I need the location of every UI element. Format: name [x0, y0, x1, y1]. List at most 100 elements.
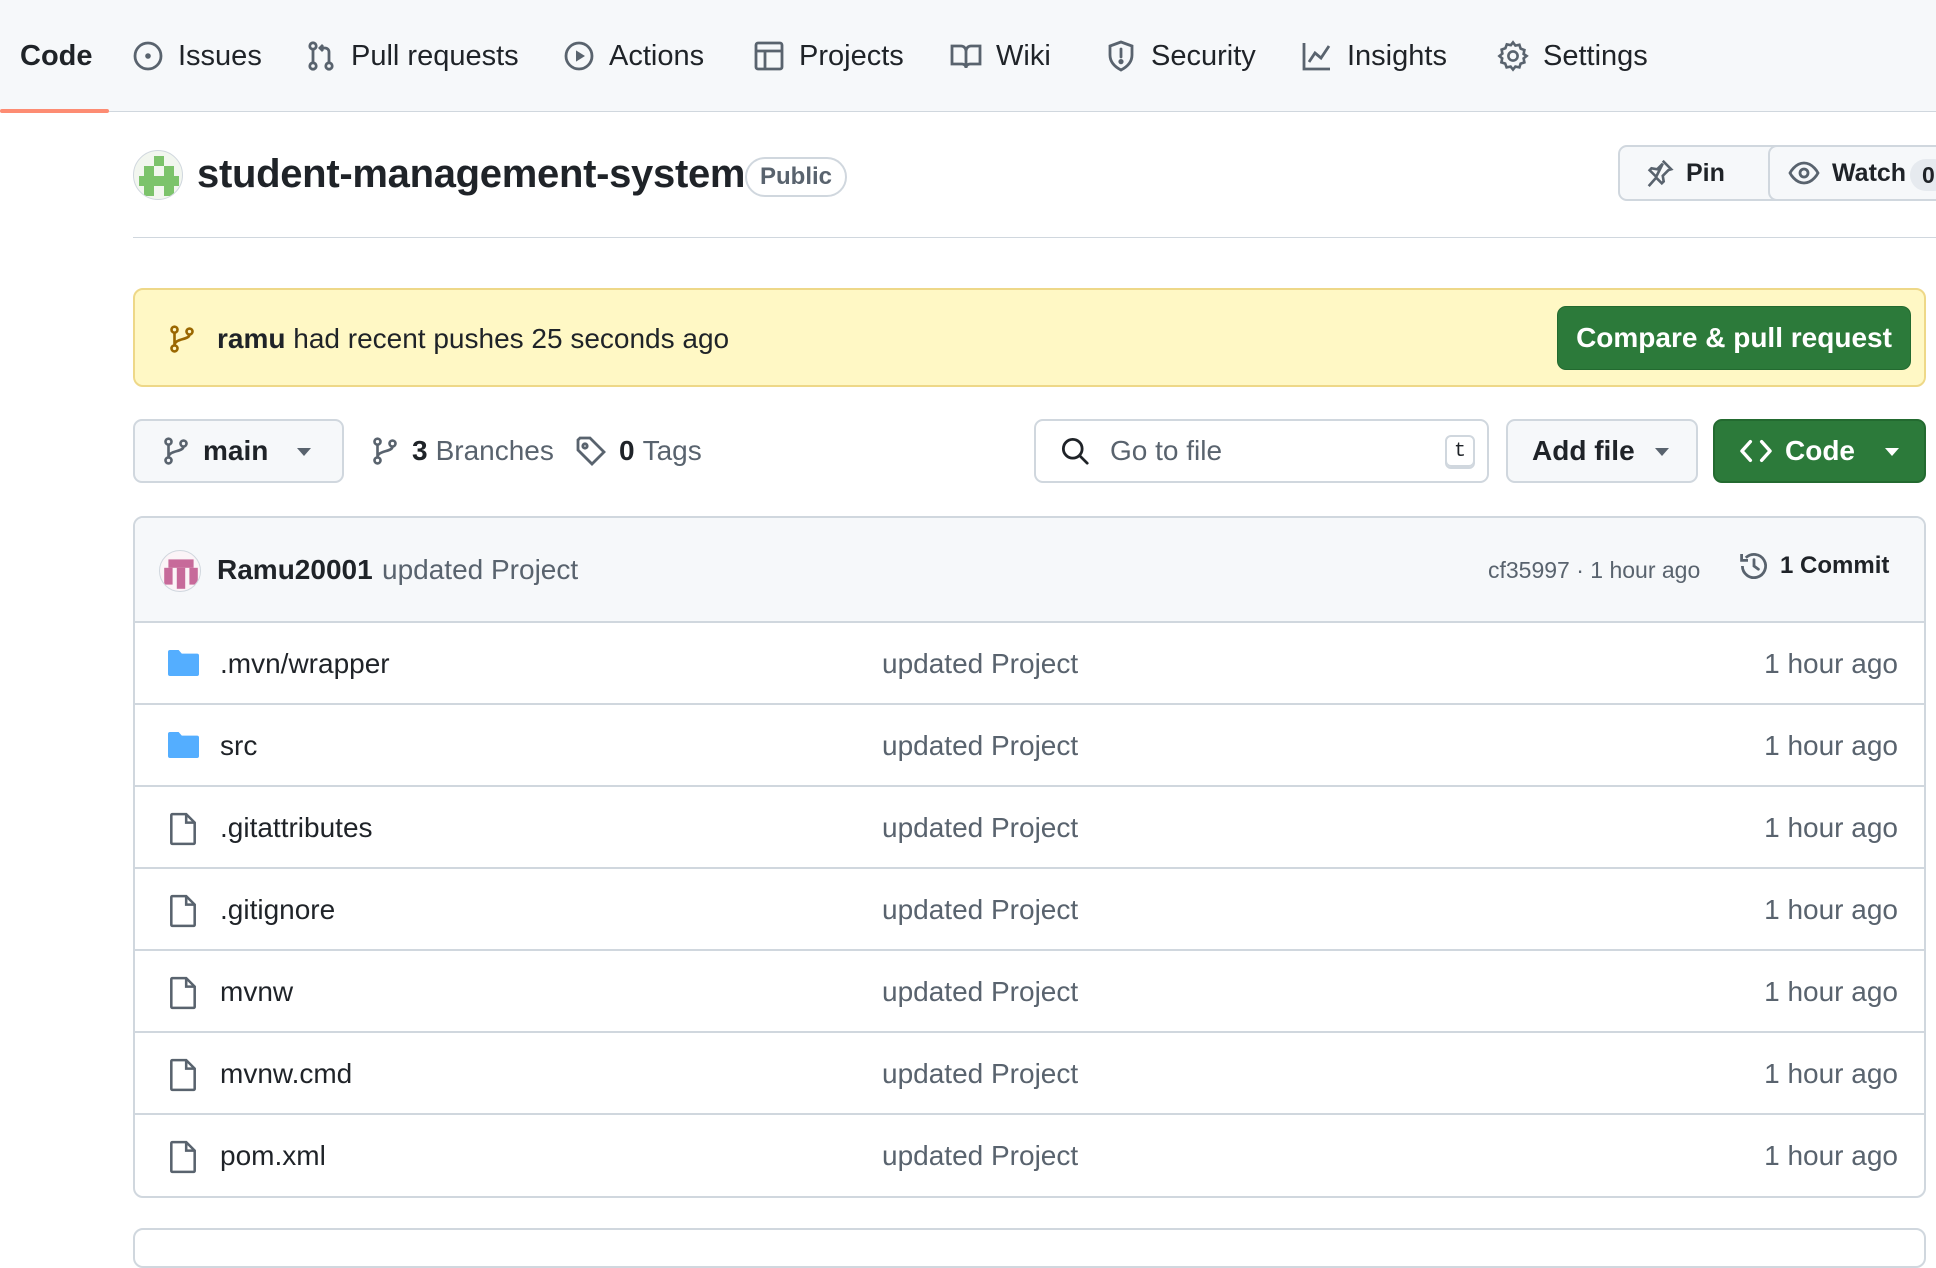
- play-icon: [563, 40, 595, 72]
- add-file-label: Add file: [1532, 435, 1635, 466]
- tab-issues-label: Issues: [178, 39, 262, 72]
- go-to-file-input[interactable]: [1110, 435, 1410, 467]
- pull-request-icon: [305, 40, 337, 72]
- table-row[interactable]: .gitignore updated Project 1 hour ago: [135, 869, 1924, 951]
- history-icon: [1738, 550, 1770, 582]
- file-commit-message[interactable]: updated Project: [882, 730, 1078, 762]
- pusher-name[interactable]: ramu: [217, 323, 285, 354]
- commit-count-label: 1 Commit: [1780, 552, 1890, 579]
- pin-button[interactable]: Pin: [1618, 145, 1786, 201]
- tab-settings[interactable]: Settings: [1497, 0, 1648, 112]
- tags-link[interactable]: 0 Tags: [575, 419, 702, 483]
- file-age: 1 hour ago: [1764, 1058, 1898, 1089]
- pin-icon: [1644, 158, 1674, 188]
- shield-icon: [1105, 40, 1137, 72]
- book-icon: [950, 40, 982, 72]
- branches-label: Branches: [435, 435, 554, 466]
- commit-author[interactable]: Ramu20001: [217, 554, 373, 586]
- code-button-label: Code: [1785, 435, 1855, 466]
- branch-icon: [161, 436, 191, 466]
- watch-count: 0: [1910, 159, 1936, 191]
- recent-pushes-banner: ramu had recent pushes 25 seconds ago Co…: [133, 288, 1926, 387]
- file-commit-message[interactable]: updated Project: [882, 1058, 1078, 1090]
- file-commit-message[interactable]: updated Project: [882, 1140, 1078, 1172]
- shortcut-hint: t: [1445, 435, 1475, 469]
- tab-actions-label: Actions: [609, 39, 705, 72]
- file-name[interactable]: .mvn/wrapper: [220, 648, 390, 680]
- push-time: had recent pushes 25 seconds ago: [293, 323, 730, 354]
- tags-label: Tags: [642, 435, 702, 466]
- table-row[interactable]: mvnw.cmd updated Project 1 hour ago: [135, 1033, 1924, 1115]
- file-name[interactable]: mvnw: [220, 976, 293, 1008]
- gear-icon: [1497, 40, 1529, 72]
- table-row[interactable]: .mvn/wrapper updated Project 1 hour ago: [135, 623, 1924, 705]
- chevron-down-icon: [1884, 447, 1900, 457]
- branches-link[interactable]: 3 Branches: [370, 419, 554, 483]
- repo-nav: Code Issues Pull requests Actions Projec…: [0, 0, 1936, 113]
- compare-pull-request-button[interactable]: Compare & pull request: [1557, 306, 1911, 370]
- issue-icon: [132, 40, 164, 72]
- commit-history-link[interactable]: 1 Commit: [1738, 550, 1889, 582]
- tab-code-label: Code: [20, 39, 93, 72]
- eye-icon: [1788, 157, 1820, 189]
- tags-count: 0: [619, 435, 635, 466]
- file-age: 1 hour ago: [1764, 894, 1898, 925]
- code-icon: [1739, 436, 1773, 466]
- tab-settings-label: Settings: [1543, 39, 1648, 72]
- folder-icon: [167, 648, 201, 678]
- branch-name: main: [203, 435, 269, 466]
- file-name[interactable]: .gitattributes: [220, 812, 373, 844]
- tab-issues[interactable]: Issues: [132, 0, 262, 112]
- table-row[interactable]: src updated Project 1 hour ago: [135, 705, 1924, 787]
- file-commit-message[interactable]: updated Project: [882, 812, 1078, 844]
- file-name[interactable]: .gitignore: [220, 894, 335, 926]
- file-commit-message[interactable]: updated Project: [882, 648, 1078, 680]
- pin-label: Pin: [1686, 158, 1725, 187]
- file-table: Ramu20001 updated Project cf35997 · 1 ho…: [133, 516, 1926, 1198]
- code-dropdown-button[interactable]: Code: [1713, 419, 1926, 483]
- tab-security-label: Security: [1151, 39, 1256, 72]
- branch-icon: [167, 324, 197, 354]
- tab-projects-label: Projects: [799, 39, 904, 72]
- search-icon: [1060, 436, 1090, 466]
- file-commit-message[interactable]: updated Project: [882, 894, 1078, 926]
- recent-pushes-message: ramu had recent pushes 25 seconds ago: [217, 323, 729, 355]
- folder-icon: [167, 730, 201, 760]
- table-row[interactable]: mvnw updated Project 1 hour ago: [135, 951, 1924, 1033]
- tab-security[interactable]: Security: [1105, 0, 1256, 112]
- tab-code[interactable]: Code: [0, 0, 108, 113]
- file-name[interactable]: src: [220, 730, 257, 762]
- tab-pull-requests[interactable]: Pull requests: [305, 0, 519, 112]
- tab-pull-requests-label: Pull requests: [351, 39, 519, 72]
- file-name[interactable]: mvnw.cmd: [220, 1058, 352, 1090]
- commit-message[interactable]: updated Project: [382, 554, 578, 586]
- visibility-badge: Public: [745, 157, 848, 197]
- file-icon: [167, 812, 199, 846]
- branches-count: 3: [412, 435, 428, 466]
- table-row[interactable]: pom.xml updated Project 1 hour ago: [135, 1115, 1924, 1196]
- file-age: 1 hour ago: [1764, 1140, 1898, 1171]
- tab-wiki[interactable]: Wiki: [950, 0, 1051, 112]
- file-name[interactable]: pom.xml: [220, 1140, 326, 1172]
- tab-actions[interactable]: Actions: [563, 0, 704, 112]
- repo-owner-avatar[interactable]: [133, 150, 183, 200]
- chevron-down-icon: [296, 447, 312, 457]
- readme-box: [133, 1228, 1926, 1268]
- file-age: 1 hour ago: [1764, 812, 1898, 843]
- add-file-button[interactable]: Add file: [1506, 419, 1698, 483]
- file-icon: [167, 1140, 199, 1174]
- go-to-file-search[interactable]: t: [1034, 419, 1489, 483]
- repo-name[interactable]: student-management-system: [197, 152, 745, 197]
- tab-projects[interactable]: Projects: [753, 0, 904, 112]
- commit-hash-time[interactable]: cf35997 · 1 hour ago: [1488, 557, 1700, 584]
- branch-select-button[interactable]: main: [133, 419, 344, 483]
- chevron-down-icon: [1654, 447, 1670, 457]
- watch-label: Watch: [1832, 158, 1907, 187]
- file-icon: [167, 1058, 199, 1092]
- table-row[interactable]: .gitattributes updated Project 1 hour ag…: [135, 787, 1924, 869]
- avatar[interactable]: [159, 550, 201, 592]
- tab-insights[interactable]: Insights: [1301, 0, 1447, 112]
- file-icon: [167, 894, 199, 928]
- branch-icon: [370, 436, 400, 466]
- file-commit-message[interactable]: updated Project: [882, 976, 1078, 1008]
